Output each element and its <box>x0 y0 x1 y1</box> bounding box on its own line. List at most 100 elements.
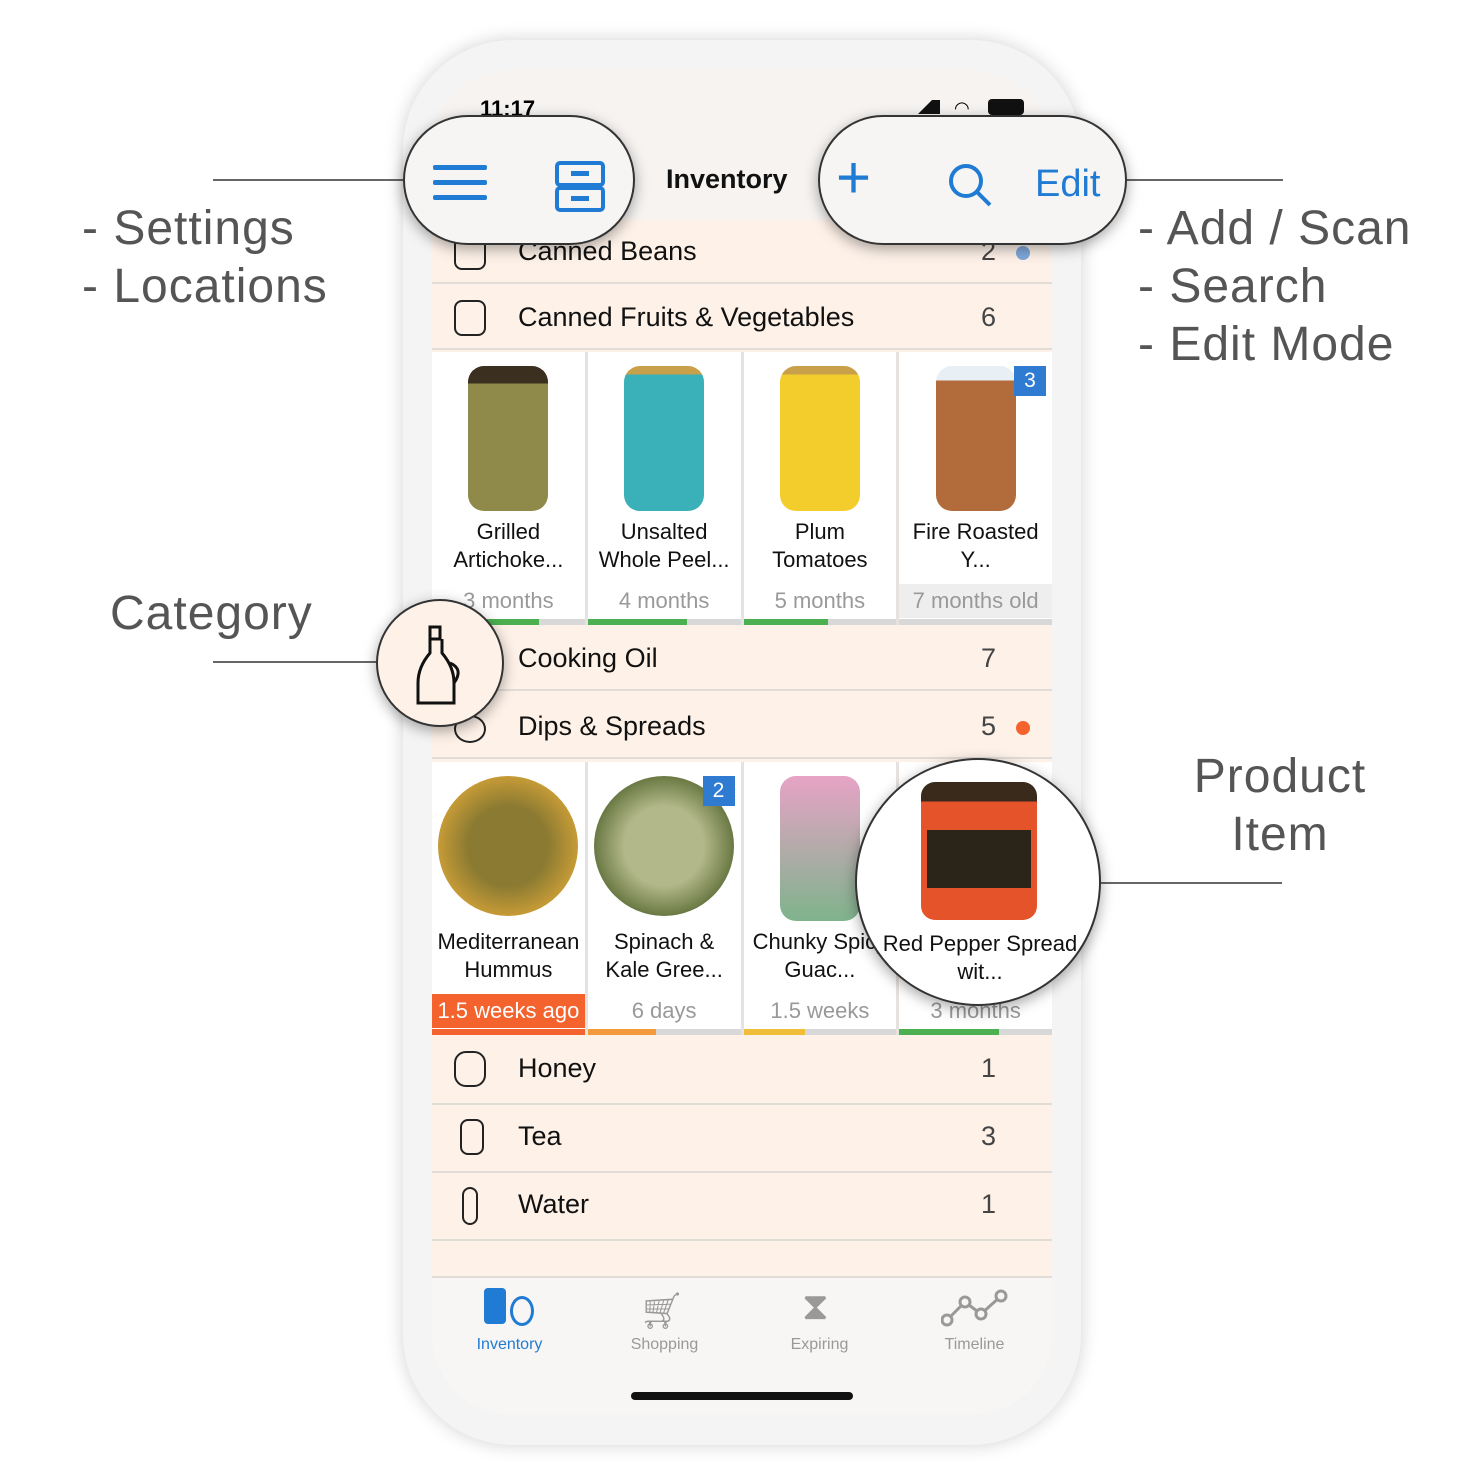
signal-icon <box>918 100 940 114</box>
callout-category: Category <box>110 587 313 640</box>
expiry-progress-fill <box>432 1029 585 1035</box>
callout-settings-locations: - Settings - Locations <box>82 200 328 316</box>
product-age: 5 months <box>774 588 866 613</box>
expiry-progress-fill <box>743 619 828 625</box>
expiry-progress-fill <box>587 619 688 625</box>
expiry-progress-fill <box>587 1029 657 1035</box>
category-row-tea[interactable]: Tea 3 <box>432 1105 1052 1173</box>
category-row-dips[interactable]: Dips & Spreads 5 <box>432 695 1052 759</box>
product-name: Red Pepper Spread wit... <box>882 931 1078 984</box>
oil-bottle-icon <box>416 625 460 705</box>
honey-jar-icon <box>454 1051 486 1087</box>
callout-locations: - Locations <box>82 260 328 313</box>
product-image <box>468 366 549 511</box>
category-count: 6 <box>980 302 996 332</box>
hamburger-icon[interactable] <box>433 165 487 201</box>
callout-line <box>213 179 408 181</box>
category-count: 1 <box>980 1189 996 1219</box>
callout-line <box>213 661 378 663</box>
category-row-canned-fruits[interactable]: Canned Fruits & Vegetables 6 <box>432 286 1052 350</box>
category-count: 3 <box>980 1121 996 1151</box>
callout-line <box>1100 882 1282 884</box>
category-label: Cooking Oil <box>518 643 658 673</box>
category-row-cooking-oil[interactable]: Cooking Oil 7 <box>432 627 1052 691</box>
product-name: Grilled Artichoke... <box>453 519 564 572</box>
inventory-icon <box>484 1288 506 1324</box>
category-row-honey[interactable]: Honey 1 <box>432 1037 1052 1105</box>
product-name: Spinach & Kale Gree... <box>605 929 723 982</box>
cart-icon: 🛒︎ <box>639 1290 685 1331</box>
tab-timeline[interactable]: Timeline <box>897 1278 1052 1378</box>
product-item[interactable]: Fire Roasted Y... 7 months old 3 <box>899 352 1052 625</box>
category-row-water[interactable]: Water 1 <box>432 1173 1052 1241</box>
product-grid-canned: Grilled Artichoke... 3 months Unsalted W… <box>432 352 1052 625</box>
tab-shopping[interactable]: 🛒︎ Shopping <box>587 1278 742 1378</box>
tab-label: Timeline <box>944 1336 1005 1353</box>
hourglass-icon: ⧗ <box>802 1286 829 1328</box>
product-image <box>779 366 860 511</box>
callout-line <box>1125 179 1283 181</box>
expiry-progress-bar <box>899 619 1052 625</box>
product-age: 4 months <box>618 588 710 613</box>
timeline-icon <box>941 1289 1008 1327</box>
callout-settings: - Settings <box>82 202 295 255</box>
callout-search: - Search <box>1138 260 1328 313</box>
search-icon[interactable] <box>948 163 992 207</box>
product-label-graphic <box>927 830 1031 888</box>
battery-icon <box>988 99 1024 115</box>
edit-button[interactable]: Edit <box>1035 163 1100 206</box>
expiry-progress-fill <box>743 1029 805 1035</box>
expiry-progress-bar <box>743 1029 897 1035</box>
callout-edit: - Edit Mode <box>1138 318 1395 371</box>
category-label: Water <box>518 1189 590 1219</box>
expiry-progress-bar <box>899 1029 1052 1035</box>
product-item[interactable]: Grilled Artichoke... 3 months <box>432 352 585 625</box>
product-age: 1.5 weeks <box>770 998 870 1023</box>
magnified-category-icon <box>376 599 504 727</box>
tab-label: Shopping <box>630 1336 699 1353</box>
expiry-progress-fill <box>899 1029 999 1035</box>
category-count: 5 <box>980 711 996 741</box>
product-age: 7 months old <box>899 584 1052 618</box>
expiry-progress-bar <box>587 619 741 625</box>
quantity-badge: 3 <box>1014 366 1046 396</box>
callout-product-line2: Item <box>1231 808 1329 861</box>
water-bottle-icon <box>462 1187 478 1225</box>
tab-expiring[interactable]: ⧗ Expiring <box>742 1278 897 1378</box>
callout-product: Product Item <box>1180 748 1380 864</box>
callout-product-line1: Product <box>1193 750 1367 803</box>
tab-inventory[interactable]: Inventory <box>432 1278 587 1378</box>
page-title: Inventory <box>666 164 788 194</box>
product-item[interactable]: Mediterranean Hummus 1.5 weeks ago <box>432 762 585 1035</box>
jar-icon <box>454 300 486 336</box>
category-label: Canned Fruits & Vegetables <box>518 302 855 332</box>
callout-add: - Add / Scan <box>1138 202 1412 255</box>
product-image <box>624 366 705 511</box>
callout-add-search-edit: - Add / Scan - Search - Edit Mode <box>1138 200 1412 374</box>
category-label: Dips & Spreads <box>518 711 706 741</box>
quantity-badge: 2 <box>702 776 735 806</box>
product-image <box>935 366 1016 511</box>
expiry-progress-bar <box>587 1029 741 1035</box>
tab-label: Inventory <box>476 1336 543 1353</box>
category-count: 7 <box>980 643 996 673</box>
expiry-progress-bar <box>432 1029 585 1035</box>
product-item[interactable]: Unsalted Whole Peel... 4 months <box>587 352 741 625</box>
product-name: Fire Roasted Y... <box>912 519 1039 572</box>
inventory-icon-fruit <box>510 1296 534 1326</box>
product-name: Mediterranean Hummus <box>437 929 580 982</box>
plus-icon[interactable]: + <box>836 143 871 213</box>
tab-label: Expiring <box>790 1336 849 1353</box>
magnified-product-item[interactable]: Red Pepper Spread wit... <box>855 758 1101 1006</box>
product-item[interactable]: Spinach & Kale Gree... 6 days 2 <box>587 762 741 1035</box>
magnified-right-nav: + Edit <box>818 115 1127 245</box>
expiry-progress-bar <box>743 619 897 625</box>
drawers-icon[interactable] <box>555 161 605 213</box>
category-label: Honey <box>518 1053 597 1083</box>
product-name: Plum Tomatoes <box>772 519 868 572</box>
product-item[interactable]: Plum Tomatoes 5 months <box>743 352 897 625</box>
product-age: 1.5 weeks ago <box>432 994 585 1028</box>
product-image <box>438 776 579 916</box>
status-dot <box>1016 721 1030 735</box>
category-label: Tea <box>518 1121 562 1151</box>
